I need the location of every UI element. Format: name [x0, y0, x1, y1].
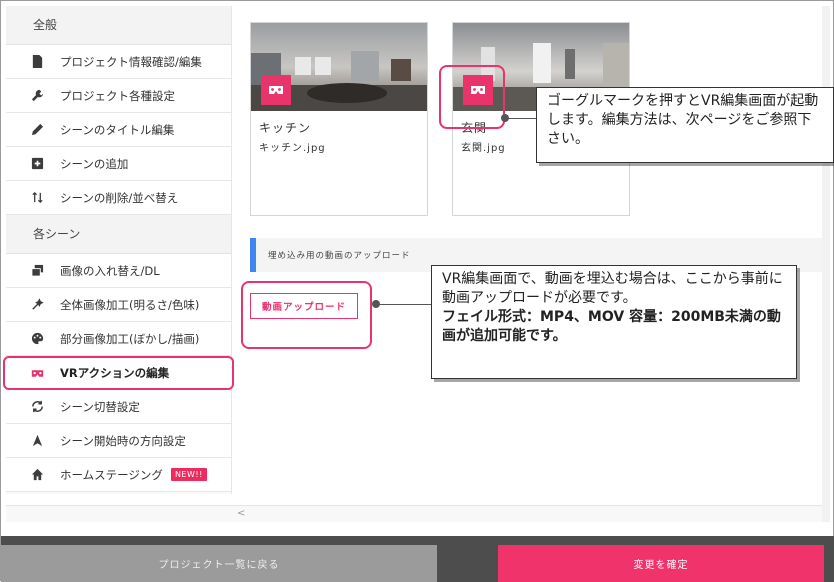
sidebar-item-label: プロジェクト各種設定: [60, 88, 175, 103]
sidebar-item-label: シーン開始時の方向設定: [60, 433, 186, 448]
pencil-icon: [30, 123, 44, 137]
sidebar-item-global-adjust[interactable]: 全体画像加工(明るさ/色味): [6, 288, 231, 322]
sidebar-item-partial-adjust[interactable]: 部分画像加工(ぼかし/描画): [6, 322, 231, 356]
vertical-scrollbar[interactable]: [822, 6, 830, 522]
callout-connector-line: [376, 304, 431, 305]
main-content: キッチン キッチン.jpg 玄関 玄関.jpg 埋め込み用の動画のアップロード …: [234, 6, 822, 522]
section-general-heading: 全般: [6, 6, 231, 45]
sidebar-item-vr-action[interactable]: VRアクションの編集: [3, 356, 234, 390]
sidebar-item-start-direction[interactable]: シーン開始時の方向設定: [6, 424, 231, 458]
section-scenes-heading: 各シーン: [6, 215, 231, 254]
upload-callout-text: VR編集画面で、動画を埋込む場合は、ここから事前に動画アップロードが必要です。: [442, 271, 783, 306]
horizontal-scrollbar[interactable]: <: [6, 505, 822, 522]
back-to-projects-button[interactable]: プロジェクト一覧に戻る: [1, 545, 437, 582]
sidebar-item-label: 全体画像加工(明るさ/色味): [60, 297, 200, 312]
confirm-changes-button[interactable]: 変更を確定: [498, 545, 824, 582]
sidebar-item-project-settings[interactable]: プロジェクト各種設定: [6, 79, 231, 113]
home-icon: [30, 468, 44, 482]
sidebar-item-label: 部分画像加工(ぼかし/描画): [60, 331, 200, 346]
sort-arrows-icon: [30, 191, 44, 205]
palette-icon: [30, 332, 44, 346]
vr-goggle-icon: [30, 366, 44, 380]
vr-goggle-button[interactable]: [261, 75, 291, 105]
magic-wand-icon: [30, 298, 44, 312]
goggle-callout: ゴーグルマークを押すとVR編集画面が起動します。編集方法は、次ページをご参照下さ…: [536, 87, 834, 163]
upload-highlight-frame: [241, 281, 372, 349]
goggle-highlight-frame: [439, 65, 505, 129]
scene-title: キッチン: [259, 121, 312, 135]
sidebar-item-scene-title[interactable]: シーンのタイトル編集: [6, 113, 231, 147]
sidebar-item-project-info[interactable]: プロジェクト情報確認/編集: [6, 45, 231, 79]
sidebar-item-label: シーンの削除/並べ替え: [60, 190, 179, 205]
sidebar-item-label: シーンのタイトル編集: [60, 122, 175, 137]
sidebar: 全般 プロジェクト情報確認/編集 プロジェクト各種設定 シーンのタイトル編集 シ…: [3, 6, 234, 494]
window-frame: 全般 プロジェクト情報確認/編集 プロジェクト各種設定 シーンのタイトル編集 シ…: [0, 0, 834, 582]
sidebar-item-add-scene[interactable]: シーンの追加: [6, 147, 231, 181]
callout-connector-dot: [501, 114, 509, 122]
document-icon: [30, 55, 44, 69]
sidebar-item-label: ホームステージング: [60, 467, 163, 482]
callout-connector-dot: [372, 300, 380, 308]
refresh-icon: [30, 400, 44, 414]
upload-callout-format-text: フェイル形式：MP4、MOV 容量：200MB未満の動画が追加可能です。: [442, 309, 781, 344]
sidebar-item-label: プロジェクト情報確認/編集: [60, 54, 202, 69]
callout-connector-line: [505, 118, 536, 119]
sidebar-item-label: シーン切替設定: [60, 399, 140, 414]
sidebar-item-home-staging[interactable]: ホームステージング NEW!!: [6, 458, 231, 492]
sidebar-item-swap-image[interactable]: 画像の入れ替え/DL: [6, 254, 231, 288]
sidebar-item-delete-sort[interactable]: シーンの削除/並べ替え: [6, 181, 231, 215]
footer-bar: プロジェクト一覧に戻る 変更を確定: [1, 536, 834, 582]
wrench-icon: [30, 89, 44, 103]
scene-thumbnail: [251, 23, 427, 111]
direction-arrow-icon: [30, 434, 44, 448]
scene-filename: キッチン.jpg: [259, 143, 326, 154]
embed-upload-heading: 埋め込み用の動画のアップロード: [268, 251, 411, 261]
scroll-left-arrow-icon[interactable]: <: [237, 508, 245, 519]
swap-image-icon: [30, 264, 44, 278]
new-badge: NEW!!: [170, 468, 207, 481]
scene-card-kitchen[interactable]: キッチン キッチン.jpg: [250, 22, 428, 216]
sidebar-item-label: VRアクションの編集: [60, 366, 170, 380]
upload-callout: VR編集画面で、動画を埋込む場合は、ここから事前に動画アップロードが必要です。 …: [431, 265, 797, 379]
scene-filename: 玄関.jpg: [461, 143, 506, 154]
plus-square-icon: [30, 157, 44, 171]
sidebar-item-label: シーンの追加: [60, 156, 129, 171]
sidebar-item-label: 画像の入れ替え/DL: [60, 263, 160, 278]
sidebar-item-scene-switch[interactable]: シーン切替設定: [6, 390, 231, 424]
